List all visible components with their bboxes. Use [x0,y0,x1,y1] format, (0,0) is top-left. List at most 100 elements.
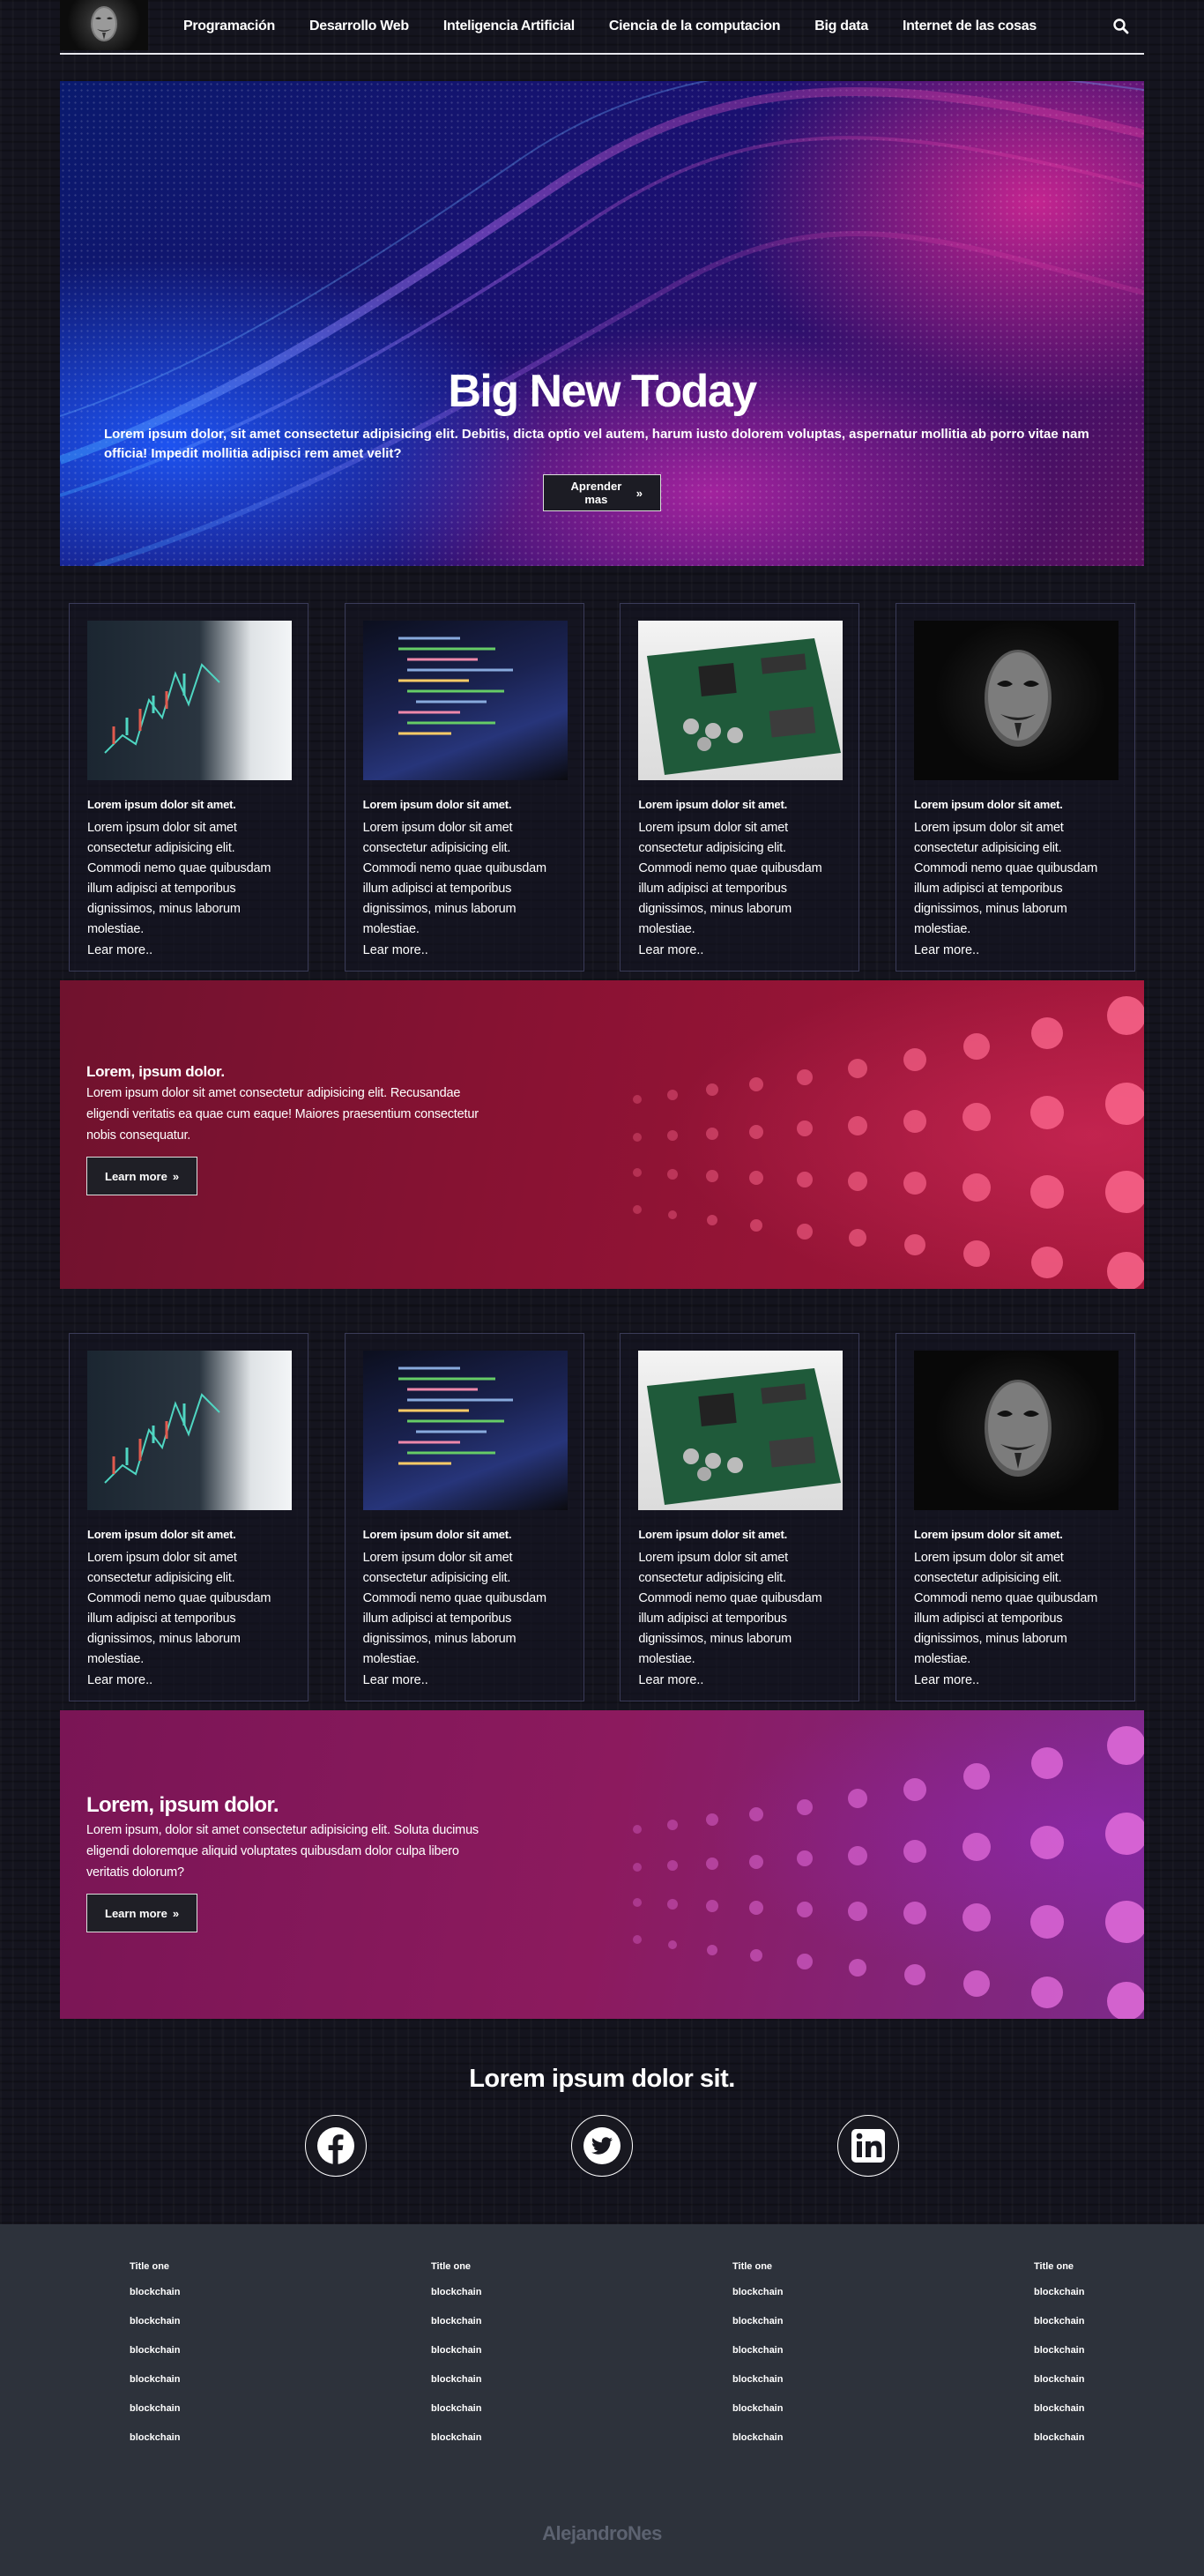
footer-link[interactable]: blockchain [732,2374,1034,2403]
footer-columns: Title one blockchain blockchain blockcha… [130,2261,1204,2461]
twitter-link[interactable] [571,2115,633,2177]
code-laptop-image [362,1351,568,1510]
card-title: Lorem ipsum dolor sit amet. [913,1528,1063,1541]
banner-content: Lorem, ipsum dolor. Lorem ipsum, dolor s… [86,1793,483,1932]
footer-link[interactable]: blockchain [732,2345,1034,2374]
logo[interactable] [60,0,148,50]
card-learn-more-link[interactable]: Lear more.. [914,1673,1117,1687]
footer-link[interactable]: blockchain [732,2316,1034,2345]
footer-link[interactable]: blockchain [130,2287,431,2316]
footer-brand: AlejandroNes [542,2522,662,2544]
double-chevron-right-icon: » [635,486,643,500]
circuit-board-image [638,1351,844,1510]
card-text: Lorem ipsum dolor sit amet consectetur a… [87,1551,271,1666]
top-navbar: Programación Desarrollo Web Inteligencia… [60,0,1144,55]
card-text: Lorem ipsum dolor sit amet consectetur a… [362,1551,546,1666]
card: Lorem ipsum dolor sit amet. Lorem ipsum … [344,1333,584,1701]
hero-button-label: Aprender mas [570,480,622,506]
card: Lorem ipsum dolor sit amet. Lorem ipsum … [69,603,308,972]
nav-link-inteligencia-artificial[interactable]: Inteligencia Artificial [443,19,575,34]
linkedin-link[interactable] [837,2115,899,2177]
anonymous-mask-image [913,621,1119,780]
footer-link[interactable]: blockchain [130,2374,431,2403]
card-learn-more-link[interactable]: Lear more.. [363,943,566,957]
footer-link[interactable]: blockchain [1034,2432,1204,2461]
footer-link[interactable]: blockchain [130,2403,431,2432]
anonymous-mask-image [913,1351,1119,1510]
nav-link-internet-cosas[interactable]: Internet de las cosas [903,19,1037,34]
mask-logo-icon [91,6,117,41]
cards-row-2: Lorem ipsum dolor sit amet. Lorem ipsum … [60,1333,1144,1701]
card-learn-more-link[interactable]: Lear more.. [638,943,841,957]
stock-chart-image [87,621,292,780]
footer-link[interactable]: blockchain [431,2345,732,2374]
card-title: Lorem ipsum dolor sit amet. [913,798,1063,811]
page-container: Programación Desarrollo Web Inteligencia… [60,0,1144,2177]
promo-banner-2: Lorem, ipsum dolor. Lorem ipsum, dolor s… [60,1710,1144,2019]
card-learn-more-link[interactable]: Lear more.. [87,1673,290,1687]
social-title: Lorem ipsum dolor sit. [469,2065,735,2093]
footer-link[interactable]: blockchain [130,2432,431,2461]
card-text: Lorem ipsum dolor sit amet consectetur a… [913,1551,1098,1666]
card-text: Lorem ipsum dolor sit amet consectetur a… [362,821,546,936]
footer-link[interactable]: blockchain [1034,2316,1204,2345]
footer-link[interactable]: blockchain [1034,2374,1204,2403]
banner-text: Lorem ipsum, dolor sit amet consectetur … [86,1823,479,1880]
footer-link[interactable]: blockchain [732,2403,1034,2432]
nav-link-desarrollo-web[interactable]: Desarrollo Web [309,19,409,34]
footer-link[interactable]: blockchain [431,2374,732,2403]
circuit-board-image [638,621,844,780]
card: Lorem ipsum dolor sit amet. Lorem ipsum … [895,1333,1135,1701]
nav-link-big-data[interactable]: Big data [814,19,868,34]
footer-column: Title one blockchain blockchain blockcha… [130,2261,431,2461]
footer-link[interactable]: blockchain [1034,2345,1204,2374]
card-learn-more-link[interactable]: Lear more.. [914,943,1117,957]
footer-link[interactable]: blockchain [431,2287,732,2316]
footer-link[interactable]: blockchain [130,2316,431,2345]
card-learn-more-link[interactable]: Lear more.. [87,943,290,957]
card: Lorem ipsum dolor sit amet. Lorem ipsum … [344,603,584,972]
card-learn-more-link[interactable]: Lear more.. [363,1673,566,1687]
banner-learn-more-button[interactable]: Learn more » [86,1894,198,1932]
card-learn-more-link[interactable]: Lear more.. [638,1673,841,1687]
footer-link[interactable]: blockchain [431,2432,732,2461]
footer-link[interactable]: blockchain [130,2345,431,2374]
footer-link[interactable]: blockchain [431,2316,732,2345]
card-title: Lorem ipsum dolor sit amet. [87,1528,236,1541]
banner-title: Lorem, ipsum dolor. [86,1793,279,1817]
footer-link[interactable]: blockchain [1034,2287,1204,2316]
hero-text: Lorem ipsum dolor, sit amet consectetur … [104,427,1089,461]
card-text: Lorem ipsum dolor sit amet consectetur a… [638,821,822,936]
banner-button-label: Learn more [105,1169,167,1183]
nav-link-programacion[interactable]: Programación [183,19,275,34]
nav-link-ciencia-computacion[interactable]: Ciencia de la computacion [609,19,781,34]
footer-column-title: Title one [130,2261,170,2272]
footer-link[interactable]: blockchain [732,2432,1034,2461]
promo-banner-1: Lorem, ipsum dolor. Lorem ipsum dolor si… [60,980,1144,1289]
banner-learn-more-button[interactable]: Learn more » [86,1157,198,1195]
card-title: Lorem ipsum dolor sit amet. [638,1528,787,1541]
card-text: Lorem ipsum dolor sit amet consectetur a… [638,1551,822,1666]
footer-link[interactable]: blockchain [1034,2403,1204,2432]
facebook-link[interactable] [305,2115,367,2177]
cards-row-1: Lorem ipsum dolor sit amet. Lorem ipsum … [60,603,1144,972]
card-title: Lorem ipsum dolor sit amet. [638,798,787,811]
card: Lorem ipsum dolor sit amet. Lorem ipsum … [620,1333,860,1701]
double-chevron-right-icon: » [172,1906,180,1920]
hero-learn-button[interactable]: Aprender mas » [543,474,661,511]
footer-column-title: Title one [1034,2261,1074,2272]
facebook-icon [317,2127,354,2164]
card: Lorem ipsum dolor sit amet. Lorem ipsum … [69,1333,308,1701]
social-icons [60,2115,1144,2177]
social-section: Lorem ipsum dolor sit. [60,2065,1144,2177]
footer-column: Title one blockchain blockchain blockcha… [1034,2261,1204,2461]
footer-link[interactable]: blockchain [431,2403,732,2432]
double-chevron-right-icon: » [172,1169,180,1183]
footer-link[interactable]: blockchain [732,2287,1034,2316]
footer-column: Title one blockchain blockchain blockcha… [431,2261,732,2461]
search-icon[interactable] [1112,18,1130,35]
card-text: Lorem ipsum dolor sit amet consectetur a… [913,821,1098,936]
hero-section: Big New Today Lorem ipsum dolor, sit ame… [60,81,1144,566]
footer-column-title: Title one [732,2261,773,2272]
code-laptop-image [362,621,568,780]
